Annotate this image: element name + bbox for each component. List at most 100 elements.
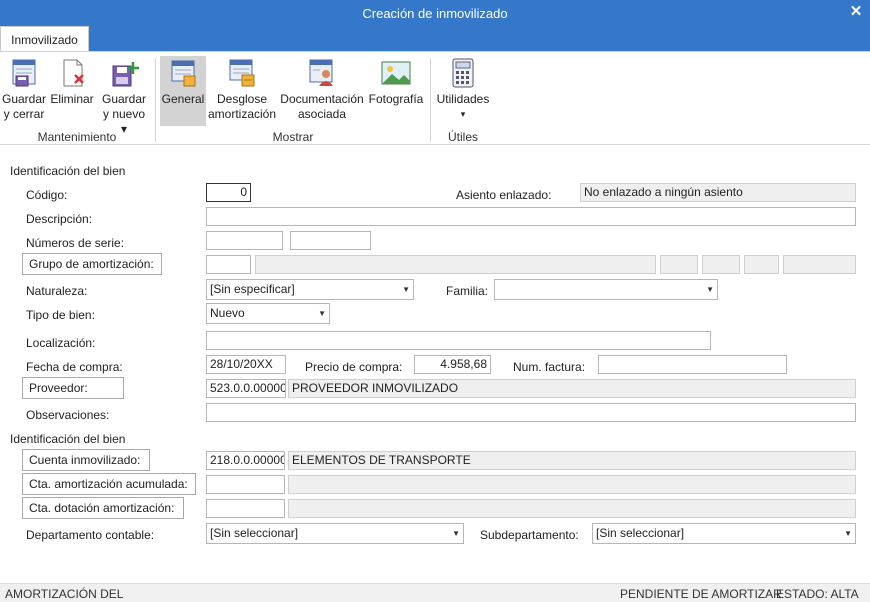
naturaleza-label: Naturaleza: [26,284,88,298]
chevron-down-icon: ▼ [452,529,460,538]
codigo-label: Código: [26,188,68,202]
chevron-down-icon: ▼ [706,285,714,294]
num-factura-label: Num. factura: [513,360,586,374]
series-field-1[interactable] [206,231,283,250]
descripcion-field[interactable] [206,207,856,226]
observaciones-field[interactable] [206,403,856,422]
window-title: Creación de inmovilizado [362,6,508,21]
cta-amortizacion-code-field[interactable] [206,475,285,494]
grupo-amortizacion-button[interactable]: Grupo de amortización: [22,253,162,275]
observaciones-label: Observaciones: [26,408,110,422]
group-label-maintenance: Mantenimiento [37,130,117,144]
group-label-tools: Útiles [447,130,478,144]
ribbon-separator [155,58,156,142]
series-field-2[interactable] [290,231,371,250]
title-bar: Creación de inmovilizado ✕ [0,0,870,26]
codigo-field[interactable]: 0 [206,183,251,202]
proveedor-code-field[interactable]: 523.0.0.00000 [206,379,286,398]
subdepartamento-value: [Sin seleccionar] [596,526,685,540]
breakdown-button[interactable]: Desglose amortización [208,56,276,122]
save-close-icon [12,59,36,87]
cuenta-inmovilizado-code-field[interactable]: 218.0.0.00000 [206,451,285,470]
departamento-select[interactable]: [Sin seleccionar] ▼ [206,523,464,544]
asiento-field: No enlazado a ningún asiento [580,183,856,202]
calculator-icon [452,58,474,88]
familia-label: Familia: [446,284,489,298]
ribbon-tabstrip: Inmovilizado [0,26,870,53]
save-new-label-1: Guardar [101,92,147,106]
utilities-button[interactable]: Utilidades ▾ [435,56,491,122]
grupo-extra-field-4 [783,255,856,274]
chevron-down-icon: ▼ [844,529,852,538]
status-pendiente: PENDIENTE DE AMORTIZAR [620,587,782,601]
tab-inmovilizado[interactable]: Inmovilizado [0,26,89,53]
save-close-button[interactable]: Guardar y cerrar [2,56,46,122]
section-title-identification: Identificación del bien [10,164,126,178]
documents-icon [309,59,333,86]
breakdown-label-2: amortización [208,107,277,121]
tipo-bien-label: Tipo de bien: [26,308,95,322]
documents-label-1: Documentación [280,92,364,106]
documents-button[interactable]: Documentación asociada [280,56,364,122]
general-button[interactable]: General [160,56,206,126]
grupo-desc-field [255,255,656,274]
departamento-value: [Sin seleccionar] [210,526,299,540]
num-factura-field[interactable] [598,355,787,374]
save-close-label-1: Guardar [2,92,47,106]
general-icon [171,60,196,87]
dropdown-arrow-icon: ▾ [460,109,466,119]
asiento-label: Asiento enlazado: [456,188,552,202]
precio-compra-field[interactable]: 4.958,68 [414,355,491,374]
cta-dotacion-button[interactable]: Cta. dotación amortización: [22,497,184,519]
subdepartamento-select[interactable]: [Sin seleccionar] ▼ [592,523,856,544]
ribbon-separator [430,58,431,142]
delete-label: Eliminar [50,92,94,106]
localizacion-label: Localización: [26,336,96,350]
fecha-compra-field[interactable]: 28/10/20XX [206,355,286,374]
breakdown-label-1: Desglose [216,92,268,106]
chevron-down-icon: ▼ [402,285,410,294]
delete-button[interactable]: Eliminar [50,56,94,107]
cuenta-inmovilizado-name-field: ELEMENTOS DE TRANSPORTE [288,451,856,470]
grupo-extra-field-1 [660,255,698,274]
documents-label-2: asociada [297,107,347,121]
familia-select[interactable]: ▼ [494,279,718,300]
naturaleza-select[interactable]: [Sin especificar] ▼ [206,279,414,300]
save-close-label-2: y cerrar [3,107,45,121]
grupo-extra-field-3 [744,255,779,274]
proveedor-button[interactable]: Proveedor: [22,377,124,399]
breakdown-icon [229,59,255,87]
tipo-bien-value: Nuevo [210,306,245,320]
general-label: General [161,92,205,106]
proveedor-name-field: PROVEEDOR INMOVILIZADO [288,379,856,398]
fecha-compra-label: Fecha de compra: [26,360,123,374]
cta-dotacion-name-field [288,499,856,518]
ribbon: Guardar y cerrar Eliminar Guardar y nuev… [0,51,870,145]
naturaleza-value: [Sin especificar] [210,282,295,296]
photo-icon [381,61,411,85]
close-icon[interactable]: ✕ [846,2,866,22]
series-label: Números de serie: [26,236,125,250]
cta-amortizacion-name-field [288,475,856,494]
status-amortizacion: AMORTIZACIÓN DEL [5,587,124,601]
descripcion-label: Descripción: [26,212,93,226]
photo-label: Fotografía [368,92,424,106]
cuenta-inmovilizado-button[interactable]: Cuenta inmovilizado: [22,449,150,471]
section-title-identification-2: Identificación del bien [10,432,126,446]
save-new-button[interactable]: Guardar y nuevo ▾ [99,56,149,137]
status-estado: ESTADO: ALTA [776,587,859,601]
cta-dotacion-code-field[interactable] [206,499,285,518]
delete-icon [63,59,84,87]
utilities-label-1: Utilidades [436,92,490,106]
status-bar: AMORTIZACIÓN DEL PENDIENTE DE AMORTIZAR … [0,583,870,602]
tipo-bien-select[interactable]: Nuevo ▼ [206,303,330,324]
save-new-icon [112,62,139,87]
photo-button[interactable]: Fotografía [367,56,425,107]
subdepartamento-label: Subdepartamento: [480,528,579,542]
group-label-show: Mostrar [272,130,314,144]
grupo-extra-field-2 [702,255,740,274]
localizacion-field[interactable] [206,331,711,350]
grupo-code-field[interactable] [206,255,251,274]
cta-amortizacion-button[interactable]: Cta. amortización acumulada: [22,473,196,495]
precio-compra-label: Precio de compra: [305,360,403,374]
